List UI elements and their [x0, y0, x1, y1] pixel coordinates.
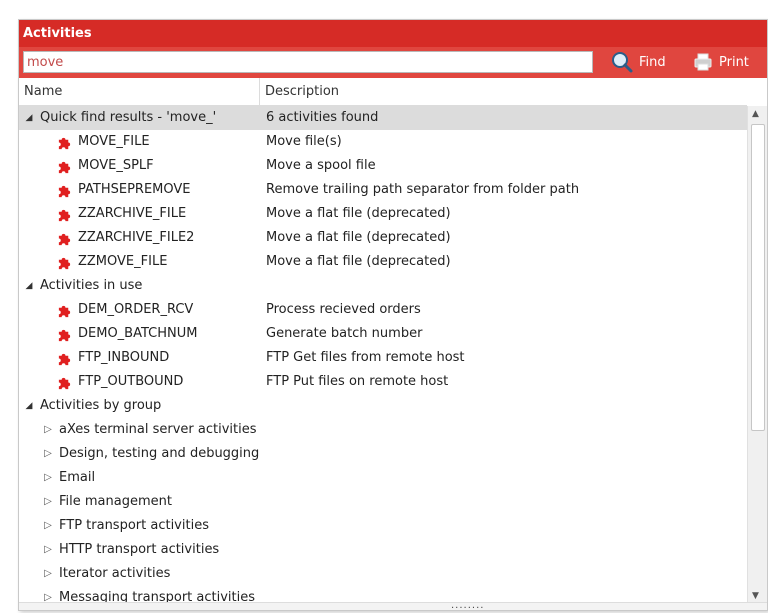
puzzle-piece-icon — [58, 161, 71, 174]
activity-description: Move a flat file (deprecated) — [266, 230, 451, 245]
resize-handle[interactable]: ........ — [19, 600, 767, 611]
column-header: Name Description — [19, 78, 747, 106]
tree-group-row[interactable]: ◢ Activities by group — [19, 394, 747, 418]
find-label: Find — [639, 54, 666, 70]
group-description: 6 activities found — [266, 110, 379, 125]
toolbar: Find Print — [19, 47, 767, 78]
activity-name: ZZMOVE_FILE — [78, 254, 168, 269]
tree-item-row[interactable]: DEMO_BATCHNUM Generate batch number — [19, 322, 747, 346]
search-input[interactable] — [23, 51, 593, 73]
activity-description: FTP Get files from remote host — [266, 350, 465, 365]
collapsed-triangle-icon[interactable]: ▷ — [42, 490, 54, 514]
activity-name: DEM_ORDER_RCV — [78, 302, 194, 317]
activity-description: Generate batch number — [266, 326, 423, 341]
tree-item-row[interactable]: MOVE_SPLF Move a spool file — [19, 154, 747, 178]
expanded-triangle-icon[interactable]: ◢ — [23, 106, 35, 130]
activity-description: Move a spool file — [266, 158, 376, 173]
subgroup-label: Iterator activities — [59, 566, 171, 581]
activity-name: FTP_INBOUND — [78, 350, 170, 365]
activity-name: MOVE_SPLF — [78, 158, 154, 173]
collapsed-triangle-icon[interactable]: ▷ — [42, 538, 54, 562]
activity-name: ZZARCHIVE_FILE2 — [78, 230, 195, 245]
activities-panel: Activities Find Print Name Description ◢… — [18, 19, 768, 611]
activity-name: PATHSEPREMOVE — [78, 182, 191, 197]
tree-group-row[interactable]: ◢ Quick find results - 'move_' 6 activit… — [19, 106, 747, 130]
puzzle-piece-icon — [58, 329, 71, 342]
tree-item-row[interactable]: ZZARCHIVE_FILE2 Move a flat file (deprec… — [19, 226, 747, 250]
grip-dots: ........ — [451, 600, 485, 611]
subgroup-label: HTTP transport activities — [59, 542, 220, 557]
group-label: Activities in use — [40, 278, 143, 293]
puzzle-piece-icon — [58, 305, 71, 318]
scroll-up-arrow-icon[interactable]: ▲ — [752, 109, 759, 119]
tree-item-row[interactable]: DEM_ORDER_RCV Process recieved orders — [19, 298, 747, 322]
collapsed-triangle-icon[interactable]: ▷ — [42, 514, 54, 538]
subgroup-label: Email — [59, 470, 96, 485]
panel-title: Activities — [19, 20, 767, 47]
subgroup-label: Design, testing and debugging — [59, 446, 260, 461]
activity-name: DEMO_BATCHNUM — [78, 326, 198, 341]
puzzle-piece-icon — [58, 185, 71, 198]
puzzle-piece-icon — [58, 353, 71, 366]
printer-icon — [694, 53, 712, 71]
activity-description: FTP Put files on remote host — [266, 374, 449, 389]
group-label: Activities by group — [40, 398, 162, 413]
subgroup-label: aXes terminal server activities — [59, 422, 257, 437]
find-button[interactable]: Find — [611, 50, 666, 74]
puzzle-piece-icon — [58, 233, 71, 246]
collapsed-triangle-icon[interactable]: ▷ — [42, 442, 54, 466]
activity-description: Move a flat file (deprecated) — [266, 206, 451, 221]
collapsed-triangle-icon[interactable]: ▷ — [42, 562, 54, 586]
tree-subgroup-row[interactable]: ▷ aXes terminal server activities — [19, 418, 747, 442]
activity-description: Remove trailing path separator from fold… — [266, 182, 580, 197]
tree-subgroup-row[interactable]: ▷ HTTP transport activities — [19, 538, 747, 562]
expanded-triangle-icon[interactable]: ◢ — [23, 394, 35, 418]
magnifier-icon — [612, 52, 633, 73]
column-name-header[interactable]: Name — [19, 78, 260, 105]
tree-item-row[interactable]: ZZMOVE_FILE Move a flat file (deprecated… — [19, 250, 747, 274]
subgroup-label: FTP transport activities — [59, 518, 209, 533]
scrollbar-thumb[interactable] — [751, 124, 765, 431]
tree-subgroup-row[interactable]: ▷ Email — [19, 466, 747, 490]
collapsed-triangle-icon[interactable]: ▷ — [42, 466, 54, 490]
puzzle-piece-icon — [58, 377, 71, 390]
tree-subgroup-row[interactable]: ▷ Iterator activities — [19, 562, 747, 586]
tree-group-row[interactable]: ◢ Activities in use — [19, 274, 747, 298]
vertical-scrollbar[interactable]: ▲ ▼ — [747, 106, 767, 604]
activity-description: Move a flat file (deprecated) — [266, 254, 451, 269]
activity-name: FTP_OUTBOUND — [78, 374, 184, 389]
group-label: Quick find results - 'move_' — [40, 110, 217, 125]
activity-name: MOVE_FILE — [78, 134, 150, 149]
subgroup-label: File management — [59, 494, 172, 509]
activity-description: Process recieved orders — [266, 302, 421, 317]
puzzle-piece-icon — [58, 137, 71, 150]
print-label: Print — [719, 54, 749, 70]
tree-subgroup-row[interactable]: ▷ File management — [19, 490, 747, 514]
activity-description: Move file(s) — [266, 134, 342, 149]
tree-item-row[interactable]: FTP_INBOUND FTP Get files from remote ho… — [19, 346, 747, 370]
tree-subgroup-row[interactable]: ▷ Design, testing and debugging — [19, 442, 747, 466]
activity-tree: ◢ Quick find results - 'move_' 6 activit… — [19, 106, 747, 604]
tree-item-row[interactable]: MOVE_FILE Move file(s) — [19, 130, 747, 154]
puzzle-piece-icon — [58, 209, 71, 222]
scroll-down-arrow-icon[interactable]: ▼ — [752, 591, 759, 601]
column-description-header[interactable]: Description — [260, 78, 747, 105]
print-button[interactable]: Print — [693, 50, 749, 74]
puzzle-piece-icon — [58, 257, 71, 270]
activity-name: ZZARCHIVE_FILE — [78, 206, 187, 221]
tree-item-row[interactable]: FTP_OUTBOUND FTP Put files on remote hos… — [19, 370, 747, 394]
collapsed-triangle-icon[interactable]: ▷ — [42, 418, 54, 442]
expanded-triangle-icon[interactable]: ◢ — [23, 274, 35, 298]
tree-item-row[interactable]: ZZARCHIVE_FILE Move a flat file (depreca… — [19, 202, 747, 226]
tree-subgroup-row[interactable]: ▷ FTP transport activities — [19, 514, 747, 538]
tree-item-row[interactable]: PATHSEPREMOVE Remove trailing path separ… — [19, 178, 747, 202]
